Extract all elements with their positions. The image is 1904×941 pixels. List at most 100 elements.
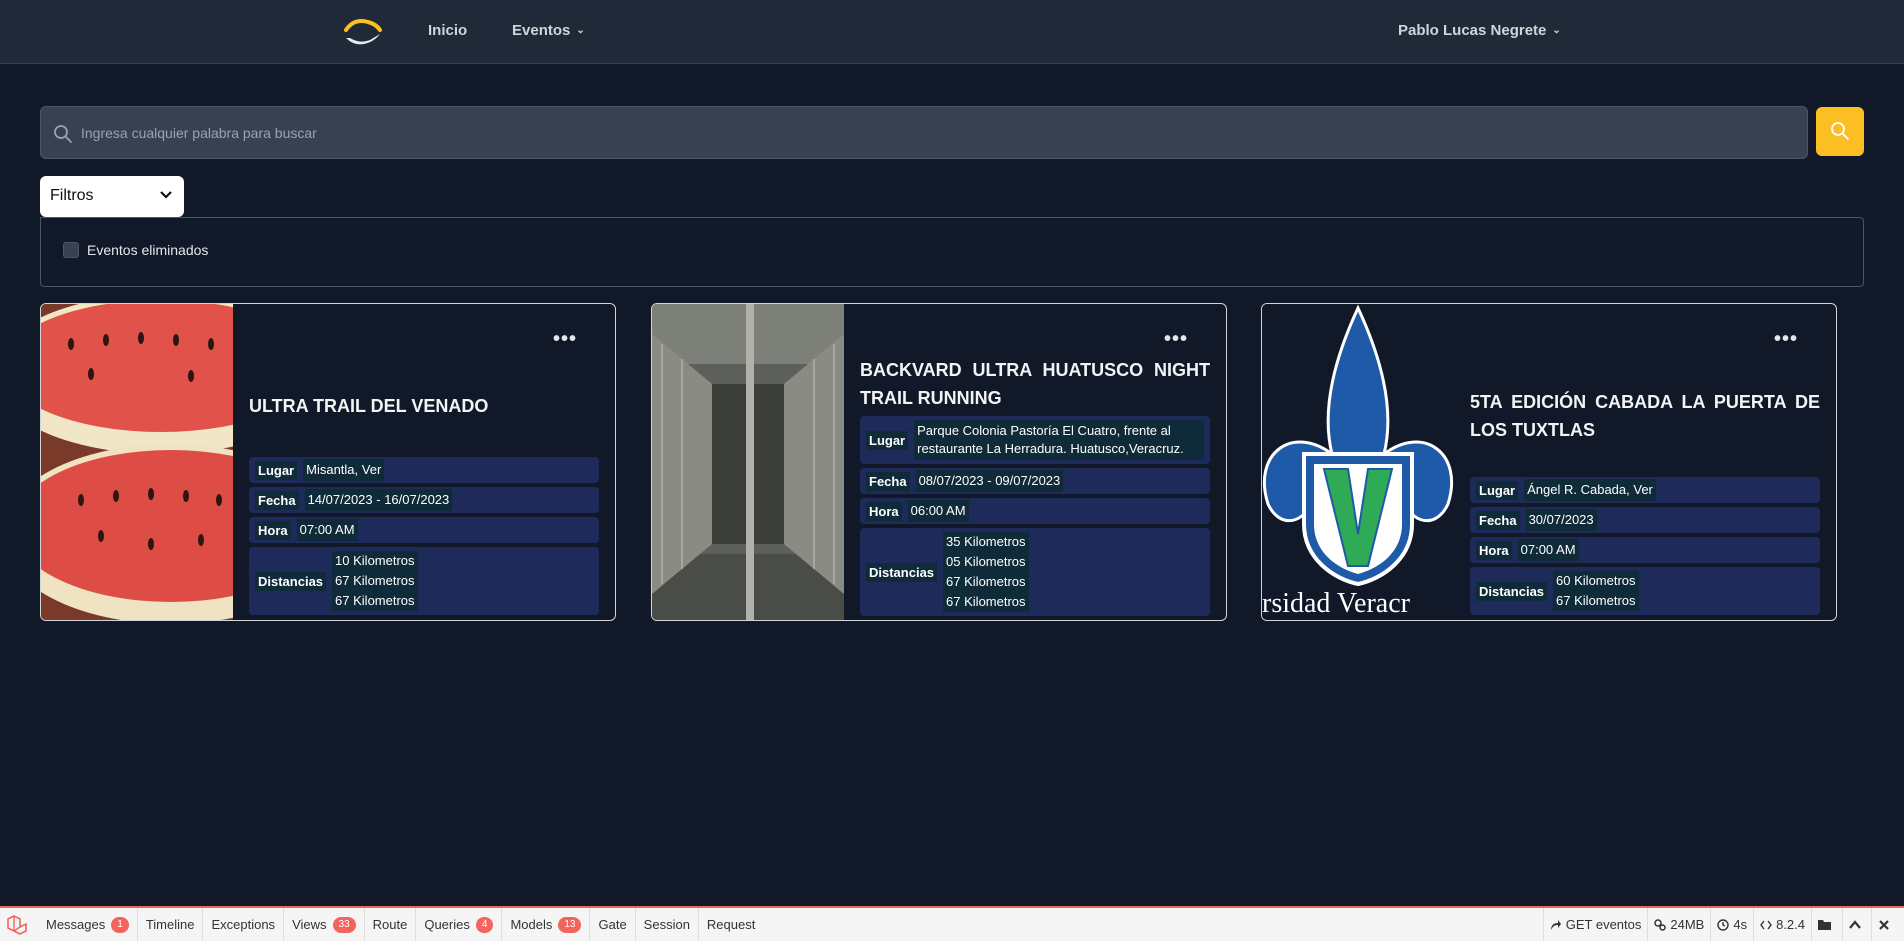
distancias-list: 10 Kilometros 67 Kilometros 67 Kilometro…: [332, 551, 418, 611]
event-image-watermelon: [41, 304, 233, 620]
distancia-item: 67 Kilometros: [943, 592, 1029, 612]
chevron-up-icon[interactable]: [1842, 908, 1871, 941]
fecha-value: 08/07/2023 - 09/07/2023: [915, 470, 1064, 492]
event-hora-row: Hora 07:00 AM: [249, 517, 599, 543]
event-card[interactable]: rsidad Veracr ••• 5TA EDICIÓN CABADA LA …: [1261, 303, 1837, 621]
fecha-label: Fecha: [1476, 510, 1520, 530]
distancia-item: 60 Kilometros: [1553, 571, 1639, 591]
hora-label: Hora: [255, 520, 291, 540]
distancia-item: 10 Kilometros: [332, 551, 418, 571]
brand-logo[interactable]: [340, 16, 388, 48]
distancias-list: 60 Kilometros 67 Kilometros: [1553, 571, 1639, 611]
filters-select[interactable]: Filtros: [40, 176, 184, 217]
more-options-icon[interactable]: •••: [553, 328, 577, 351]
chevron-down-icon: ⌄: [576, 25, 585, 36]
chevron-down-icon: [160, 191, 172, 199]
debug-tab-route[interactable]: Route: [365, 908, 417, 941]
hora-label: Hora: [1476, 540, 1512, 560]
event-title: ULTRA TRAIL DEL VENADO: [249, 396, 489, 416]
lugar-value: Misantla, Ver: [303, 459, 385, 481]
distancia-item: 67 Kilometros: [332, 591, 418, 611]
debug-tab-request[interactable]: Request: [699, 908, 763, 941]
more-options-icon[interactable]: •••: [1774, 328, 1798, 351]
nav-eventos-dropdown[interactable]: Eventos ⌄: [512, 22, 585, 39]
search-input[interactable]: [81, 107, 1781, 158]
debug-tab-timeline[interactable]: Timeline: [138, 908, 204, 941]
debug-tab-messages[interactable]: Messages 1: [38, 908, 138, 941]
distancia-item: 67 Kilometros: [943, 572, 1029, 592]
filters-select-value: Filtros: [50, 187, 94, 204]
clock-icon: [1717, 918, 1730, 931]
nav-eventos-label: Eventos: [512, 22, 571, 39]
event-fecha-row: Fecha 30/07/2023: [1470, 507, 1820, 533]
more-options-icon[interactable]: •••: [1164, 328, 1188, 351]
event-title: BACKVARD ULTRA HUATUSCO NIGHT TRAIL RUNN…: [860, 360, 1210, 408]
distancias-label: Distancias: [255, 571, 327, 591]
search-icon: [1831, 122, 1849, 140]
tab-badge: 4: [475, 916, 494, 933]
event-distancias-row: Distancias 35 Kilometros 05 Kilometros 6…: [860, 528, 1210, 616]
nav-inicio[interactable]: Inicio: [428, 22, 467, 39]
distancia-item: 67 Kilometros: [1553, 591, 1639, 611]
distancia-item: 35 Kilometros: [943, 532, 1029, 552]
top-navbar: Inicio Eventos ⌄ Pablo Lucas Negrete ⌄: [0, 0, 1904, 64]
fecha-label: Fecha: [866, 471, 910, 491]
hora-label: Hora: [866, 501, 902, 521]
lugar-label: Lugar: [255, 460, 298, 480]
event-lugar-row: Lugar Parque Colonia Pastoría El Cuatro,…: [860, 416, 1210, 464]
debug-tab-models[interactable]: Models 13: [502, 908, 591, 941]
hora-value: 06:00 AM: [907, 500, 969, 522]
debug-route[interactable]: GET eventos: [1542, 908, 1648, 941]
hora-value: 07:00 AM: [296, 519, 358, 541]
tab-badge: 13: [558, 916, 582, 933]
debug-time: 4s: [1710, 908, 1753, 941]
folder-icon[interactable]: [1811, 908, 1842, 941]
user-menu-dropdown[interactable]: Pablo Lucas Negrete ⌄: [1398, 22, 1561, 39]
time-text: 4s: [1733, 917, 1748, 932]
tab-label: Session: [643, 917, 690, 932]
lugar-label: Lugar: [1476, 480, 1519, 500]
event-card-body: ••• BACKVARD ULTRA HUATUSCO NIGHT TRAIL …: [844, 304, 1226, 620]
fecha-value: 30/07/2023: [1525, 509, 1597, 531]
chevron-down-icon: ⌄: [1552, 25, 1561, 36]
event-distancias-row: Distancias 60 Kilometros 67 Kilometros: [1470, 567, 1820, 615]
debug-tab-session[interactable]: Session: [636, 908, 699, 941]
user-name: Pablo Lucas Negrete: [1398, 22, 1547, 39]
search-button[interactable]: [1816, 107, 1864, 156]
tab-label: Views: [292, 917, 327, 932]
filters-panel: Eventos eliminados: [40, 217, 1864, 287]
event-card[interactable]: ••• BACKVARD ULTRA HUATUSCO NIGHT TRAIL …: [651, 303, 1227, 621]
event-hora-row: Hora 06:00 AM: [860, 498, 1210, 524]
distancia-item: 67 Kilometros: [332, 571, 418, 591]
event-card[interactable]: ••• ULTRA TRAIL DEL VENADO Lugar Misantl…: [40, 303, 616, 621]
debug-bar: Messages 1 Timeline Exceptions Views 33 Ro…: [0, 906, 1904, 941]
deleted-events-label: Eventos eliminados: [87, 242, 209, 258]
cogs-icon: [1654, 918, 1667, 931]
search-icon: [54, 125, 72, 143]
event-title: 5TA EDICIÓN CABADA LA PUERTA DE LOS TUXT…: [1470, 392, 1820, 440]
distancia-item: 05 Kilometros: [943, 552, 1029, 572]
tab-badge: 33: [332, 916, 356, 933]
debug-tab-views[interactable]: Views 33: [284, 908, 365, 941]
debug-status: GET eventos 24MB 4s 8.2.4: [1542, 908, 1904, 941]
debug-tab-exceptions[interactable]: Exceptions: [203, 908, 285, 941]
tab-label: Gate: [598, 917, 627, 932]
tab-label: Exceptions: [211, 917, 276, 932]
debug-tab-queries[interactable]: Queries 4: [416, 908, 503, 941]
debug-tabs: Messages 1 Timeline Exceptions Views 33 Ro…: [38, 908, 763, 941]
debug-tab-gate[interactable]: Gate: [590, 908, 636, 941]
event-lugar-row: Lugar Ángel R. Cabada, Ver: [1470, 477, 1820, 503]
lugar-value: Ángel R. Cabada, Ver: [1524, 479, 1656, 501]
fecha-value: 14/07/2023 - 16/07/2023: [304, 489, 453, 511]
deleted-events-checkbox[interactable]: [63, 242, 79, 258]
lugar-value: Parque Colonia Pastoría El Cuatro, frent…: [914, 420, 1204, 460]
uv-logo-text: rsidad Veracr: [1262, 588, 1411, 619]
close-icon[interactable]: [1871, 908, 1904, 941]
event-info: Lugar Parque Colonia Pastoría El Cuatro,…: [860, 416, 1210, 620]
code-icon: [1760, 920, 1772, 929]
tab-label: Models: [510, 917, 553, 932]
event-fecha-row: Fecha 14/07/2023 - 16/07/2023: [249, 487, 599, 513]
event-lugar-row: Lugar Misantla, Ver: [249, 457, 599, 483]
lugar-label: Lugar: [866, 430, 909, 450]
laravel-logo-icon[interactable]: [6, 915, 28, 935]
